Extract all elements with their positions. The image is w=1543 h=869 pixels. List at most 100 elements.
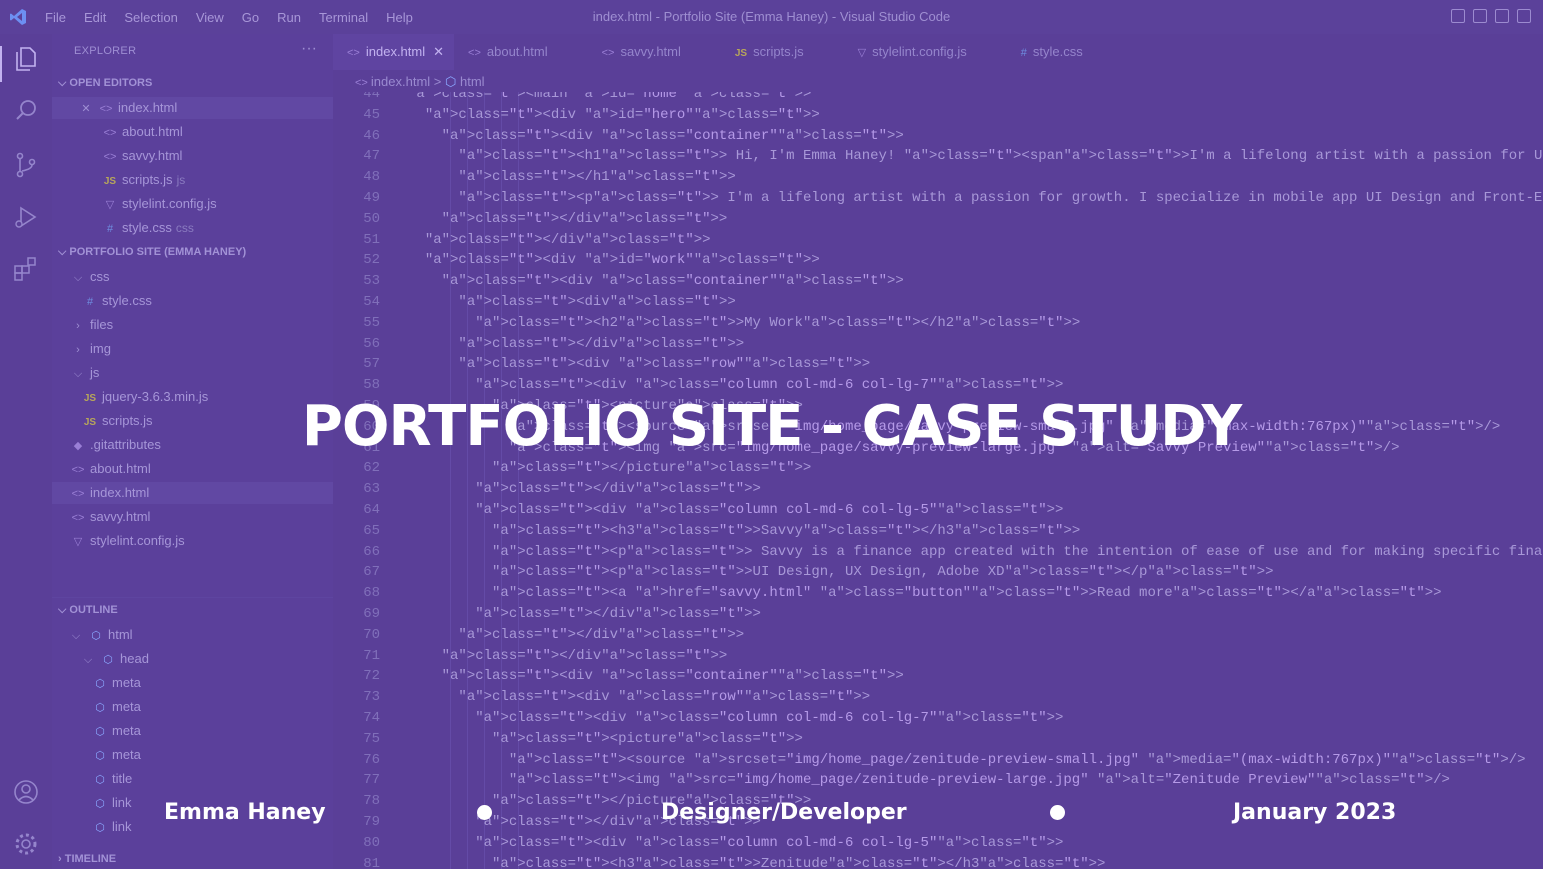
file-item[interactable]: JS jquery-3.6.3.min.js <box>52 386 333 408</box>
tab-scripts-js[interactable]: JS scripts.js <box>721 34 844 70</box>
code-line: "a">class="t"></div"a">class="t">> <box>424 231 711 248</box>
line-number: 60 <box>363 418 380 435</box>
menu-edit[interactable]: Edit <box>75 10 115 25</box>
explorer-icon[interactable] <box>13 46 39 72</box>
open-editor-item[interactable]: JS scripts.js js <box>52 169 333 191</box>
code-line: "a">class="t"><div "a">class="row""a">cl… <box>458 689 871 706</box>
breadcrumb-node[interactable]: html <box>460 74 485 89</box>
outline-item[interactable]: ⌵ ⬡ head <box>52 648 333 670</box>
open-editors-section[interactable]: ⌵ OPEN EDITORS <box>58 77 152 90</box>
source-control-icon[interactable] <box>13 152 39 178</box>
layout-controls <box>1451 9 1531 23</box>
code-editor[interactable]: 44 "a">class="t"><main "a">id="home""a">c… <box>333 92 1543 869</box>
outline-name: title <box>112 771 133 786</box>
tab-stylelint-config-js[interactable]: ▽ stylelint.config.js <box>844 34 1007 70</box>
timeline-section[interactable]: › TIMELINE <box>58 853 116 865</box>
close-icon[interactable]: ✕ <box>78 98 94 120</box>
menu-help[interactable]: Help <box>377 10 422 25</box>
outline-item[interactable]: ⬡ link <box>52 816 333 838</box>
open-editor-item[interactable]: # style.css css <box>52 217 333 239</box>
file-item[interactable]: JS scripts.js <box>52 410 333 432</box>
open-editor-item[interactable]: <> savvy.html <box>52 145 333 167</box>
file-name: about.html <box>90 461 151 476</box>
customize-layout-icon[interactable] <box>1517 9 1531 23</box>
file-item[interactable]: ▽ stylelint.config.js <box>52 530 333 552</box>
code-line: "a">class="t"><div "a">id="hero""a">clas… <box>424 106 820 123</box>
line-number: 55 <box>363 314 380 331</box>
folder-item[interactable]: ⌵ js <box>52 362 333 384</box>
code-line: "a">class="t"><img "a">src="img/home_pag… <box>508 772 1450 789</box>
menu-selection[interactable]: Selection <box>115 10 186 25</box>
symbol-icon: ⬡ <box>95 750 105 762</box>
line-number: 45 <box>363 106 380 123</box>
line-number: 56 <box>363 335 380 352</box>
outline-item[interactable]: ⌵ ⬡ html <box>52 624 333 646</box>
open-editor-item[interactable]: <> about.html <box>52 121 333 143</box>
toggle-secondary-sidebar-icon[interactable] <box>1495 9 1509 23</box>
file-item[interactable]: <> index.html <box>52 482 333 504</box>
file-item[interactable]: ◆ .gitattributes <box>52 434 333 456</box>
open-editor-item[interactable]: ▽ stylelint.config.js <box>52 193 333 215</box>
folder-item[interactable]: › img <box>52 338 333 360</box>
file-name: jquery-3.6.3.min.js <box>102 389 209 404</box>
line-number: 77 <box>363 772 380 789</box>
file-item[interactable]: <> savvy.html <box>52 506 333 528</box>
menu-go[interactable]: Go <box>233 10 268 25</box>
line-number: 50 <box>363 210 380 227</box>
file-item[interactable]: <> about.html <box>52 458 333 480</box>
settings-gear-icon[interactable] <box>13 831 39 857</box>
js-icon: JS <box>83 393 97 404</box>
code-line: "a">class="t"><picture"a">class="t">> <box>492 398 803 414</box>
tab-index-html[interactable]: <> index.html ✕ <box>333 34 455 70</box>
code-line: "a">class="t"><p"a">class="t">>UI Design… <box>492 564 1274 581</box>
account-icon[interactable] <box>13 779 39 805</box>
code-line: "a">class="t"><h2"a">class="t">>My Work"… <box>475 314 1081 331</box>
code-line: "a">class="t"></div"a">class="t">> <box>475 481 761 498</box>
html-icon: <> <box>71 464 85 476</box>
outline-item[interactable]: ⬡ meta <box>52 744 333 766</box>
more-actions-icon[interactable]: ··· <box>301 40 317 58</box>
breadcrumb-separator: > <box>433 74 442 89</box>
open-editor-item[interactable]: ✕ <> index.html <box>52 97 333 119</box>
tab-style-css[interactable]: # style.css <box>1007 34 1123 70</box>
file-name: stylelint.config.js <box>122 196 217 211</box>
outline-item[interactable]: ⬡ title <box>52 768 333 790</box>
outline-item[interactable]: ⬡ meta <box>52 696 333 718</box>
line-number: 62 <box>363 460 380 477</box>
stylelint-icon: ▽ <box>105 199 115 211</box>
folder-item[interactable]: › files <box>52 314 333 336</box>
toggle-primary-sidebar-icon[interactable] <box>1451 9 1465 23</box>
extensions-icon[interactable] <box>13 256 39 282</box>
code-line: "a">class="t"></div"a">class="t">> <box>441 647 728 664</box>
outline-item[interactable]: ⬡ meta <box>52 720 333 742</box>
search-icon[interactable] <box>13 98 39 124</box>
outline-name: meta <box>112 675 141 690</box>
menu-terminal[interactable]: Terminal <box>310 10 377 25</box>
file-item[interactable]: # style.css <box>52 290 333 312</box>
line-number: 48 <box>363 169 380 186</box>
vscode-logo-icon <box>0 0 36 34</box>
file-name: css <box>90 269 110 284</box>
tab-about-html[interactable]: <> about.html <box>454 34 588 70</box>
code-line: "a">class="t"></div"a">class="t">> <box>475 814 761 830</box>
menu-run[interactable]: Run <box>268 10 310 25</box>
toggle-panel-icon[interactable] <box>1473 9 1487 23</box>
section-title: OPEN EDITORS <box>69 77 153 89</box>
line-number: 64 <box>363 502 380 518</box>
html-icon: <> <box>347 47 360 59</box>
menu-file[interactable]: File <box>36 10 75 25</box>
folder-item[interactable]: ⌵ css <box>52 266 333 288</box>
breadcrumb-file[interactable]: index.html <box>371 74 430 89</box>
run-debug-icon[interactable] <box>13 204 39 230</box>
activity-bar <box>0 34 52 869</box>
close-tab-icon[interactable]: ✕ <box>433 44 444 59</box>
menu-view[interactable]: View <box>187 10 233 25</box>
code-line: "a">class="t"></picture"a">class="t">> <box>492 460 812 477</box>
outline-section[interactable]: ⌵ OUTLINE <box>58 604 118 617</box>
outline-item[interactable]: ⬡ meta <box>52 672 333 694</box>
tab-savvy-html[interactable]: <> savvy.html <box>588 34 721 70</box>
project-section[interactable]: ⌵ PORTFOLIO SITE (EMMA HANEY) <box>58 246 246 259</box>
symbol-icon: ⬡ <box>103 654 113 666</box>
outline-item[interactable]: ⬡ link <box>52 792 333 814</box>
file-name: scripts.js <box>122 172 173 187</box>
